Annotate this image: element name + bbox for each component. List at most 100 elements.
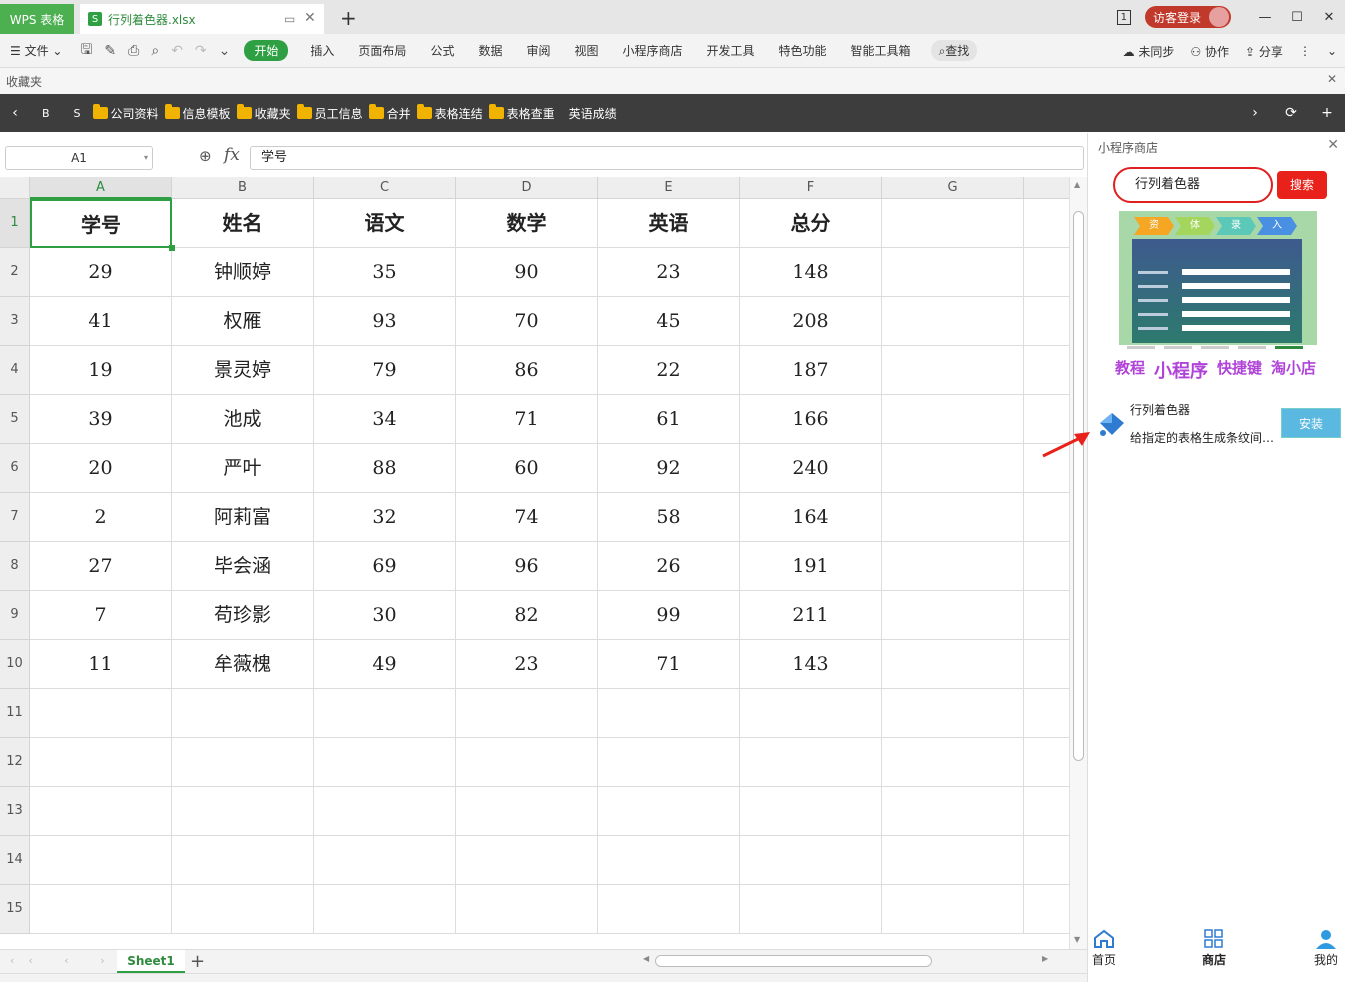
cell[interactable]: [740, 689, 882, 738]
cell[interactable]: [172, 787, 314, 836]
cell[interactable]: 79: [314, 346, 456, 395]
scroll-down-icon[interactable]: ▼: [1074, 935, 1080, 944]
cell[interactable]: [30, 738, 172, 787]
chevron-down-icon[interactable]: ▾: [144, 147, 148, 169]
cell[interactable]: 11: [30, 640, 172, 689]
tab-developer[interactable]: 开发工具: [707, 42, 755, 59]
cell[interactable]: [740, 885, 882, 934]
tab-special-features[interactable]: 特色功能: [779, 42, 827, 59]
row-header[interactable]: 3: [0, 297, 30, 346]
row-header[interactable]: 6: [0, 444, 30, 493]
minimize-icon[interactable]: —: [1253, 10, 1277, 25]
select-all-corner[interactable]: [0, 177, 30, 199]
close-tab-icon[interactable]: ✕: [304, 10, 316, 26]
name-box[interactable]: A1 ▾: [5, 146, 153, 170]
cell[interactable]: [882, 591, 1024, 640]
row-header[interactable]: 1: [0, 199, 30, 248]
cell[interactable]: [882, 346, 1024, 395]
cell[interactable]: 90: [456, 248, 598, 297]
nav-mine[interactable]: 我的: [1314, 929, 1338, 968]
cell[interactable]: [172, 738, 314, 787]
cell[interactable]: 164: [740, 493, 882, 542]
bookmark-b[interactable]: B: [42, 107, 50, 120]
cell[interactable]: 71: [456, 395, 598, 444]
file-tab[interactable]: S 行列着色器.xlsx ▭ ✕: [80, 4, 324, 34]
row-header[interactable]: 15: [0, 885, 30, 934]
cell[interactable]: 19: [30, 346, 172, 395]
cell[interactable]: 69: [314, 542, 456, 591]
cell[interactable]: [1024, 787, 1069, 836]
cell[interactable]: [1024, 738, 1069, 787]
cell[interactable]: 82: [456, 591, 598, 640]
link-shop[interactable]: 淘小店: [1271, 357, 1316, 383]
header-cell[interactable]: 英语: [598, 199, 740, 248]
cell[interactable]: 30: [314, 591, 456, 640]
header-cell[interactable]: 语文: [314, 199, 456, 248]
cell[interactable]: 29: [30, 248, 172, 297]
bookmark-folder[interactable]: 表格查重: [488, 104, 555, 122]
new-tab-button[interactable]: +: [340, 6, 357, 30]
cell[interactable]: [882, 885, 1024, 934]
cell[interactable]: [1024, 591, 1069, 640]
column-header[interactable]: F: [740, 177, 882, 199]
cell[interactable]: [882, 199, 1024, 248]
scroll-left-icon[interactable]: ◀: [643, 954, 649, 963]
cell[interactable]: [1024, 248, 1069, 297]
spreadsheet-grid[interactable]: A B C D E F G 1 2 3 4 5 6 7 8 9 10 11 12 13 14 15 学号 姓名 语文 数学 英语 总分…: [0, 177, 1069, 949]
row-header[interactable]: 14: [0, 836, 30, 885]
cell[interactable]: [1024, 297, 1069, 346]
bookmark-folder[interactable]: 收藏夹: [236, 104, 291, 122]
cell[interactable]: 61: [598, 395, 740, 444]
cell[interactable]: 32: [314, 493, 456, 542]
close-panel-icon[interactable]: ✕: [1327, 137, 1339, 153]
cell[interactable]: 49: [314, 640, 456, 689]
cell[interactable]: [882, 640, 1024, 689]
tab-page-layout[interactable]: 页面布局: [358, 42, 406, 59]
cell[interactable]: [882, 836, 1024, 885]
active-cell[interactable]: 学号: [30, 199, 172, 248]
carousel-dots[interactable]: [1127, 346, 1312, 349]
cell[interactable]: [30, 836, 172, 885]
cell[interactable]: 毕会涵: [172, 542, 314, 591]
cell[interactable]: [456, 738, 598, 787]
cell[interactable]: [740, 787, 882, 836]
cell[interactable]: [882, 689, 1024, 738]
cell[interactable]: [1024, 836, 1069, 885]
function-icon[interactable]: fx: [224, 145, 240, 165]
cell[interactable]: [314, 738, 456, 787]
cell[interactable]: 阿莉富: [172, 493, 314, 542]
cell[interactable]: [740, 836, 882, 885]
bookmark-folder[interactable]: 表格连结: [416, 104, 483, 122]
cell[interactable]: [314, 836, 456, 885]
promo-banner[interactable]: 资 体 录 入: [1119, 211, 1317, 345]
cell[interactable]: [882, 297, 1024, 346]
formula-input[interactable]: 学号: [250, 146, 1084, 170]
bookmark-folder[interactable]: 信息模板: [164, 104, 231, 122]
page-indicator[interactable]: 1: [1116, 9, 1131, 25]
cell[interactable]: 27: [30, 542, 172, 591]
zoom-search-icon[interactable]: ⊕: [199, 147, 212, 165]
cell[interactable]: 23: [598, 248, 740, 297]
print-icon[interactable]: ⎙: [128, 43, 139, 59]
bookmark-prev-icon[interactable]: ‹: [0, 105, 30, 121]
cell[interactable]: [30, 885, 172, 934]
cell[interactable]: [882, 248, 1024, 297]
vertical-scrollbar[interactable]: ▲ ▼: [1069, 177, 1087, 949]
save-icon[interactable]: 🖫: [80, 39, 92, 63]
print-preview-icon[interactable]: ⌕: [151, 43, 159, 59]
tab-insert[interactable]: 插入: [310, 42, 334, 59]
cell[interactable]: [314, 885, 456, 934]
cell[interactable]: [456, 689, 598, 738]
horizontal-scrollbar[interactable]: [655, 955, 932, 967]
row-header[interactable]: 12: [0, 738, 30, 787]
cell[interactable]: 191: [740, 542, 882, 591]
tab-home[interactable]: 开始: [244, 40, 289, 61]
cell[interactable]: 143: [740, 640, 882, 689]
cell[interactable]: [598, 885, 740, 934]
share-button[interactable]: ⇪ 分享: [1245, 43, 1283, 60]
cell[interactable]: [456, 836, 598, 885]
tab-formulas[interactable]: 公式: [430, 42, 454, 59]
column-header[interactable]: C: [314, 177, 456, 199]
undo-icon[interactable]: ↶: [171, 43, 183, 59]
header-cell[interactable]: 总分: [740, 199, 882, 248]
